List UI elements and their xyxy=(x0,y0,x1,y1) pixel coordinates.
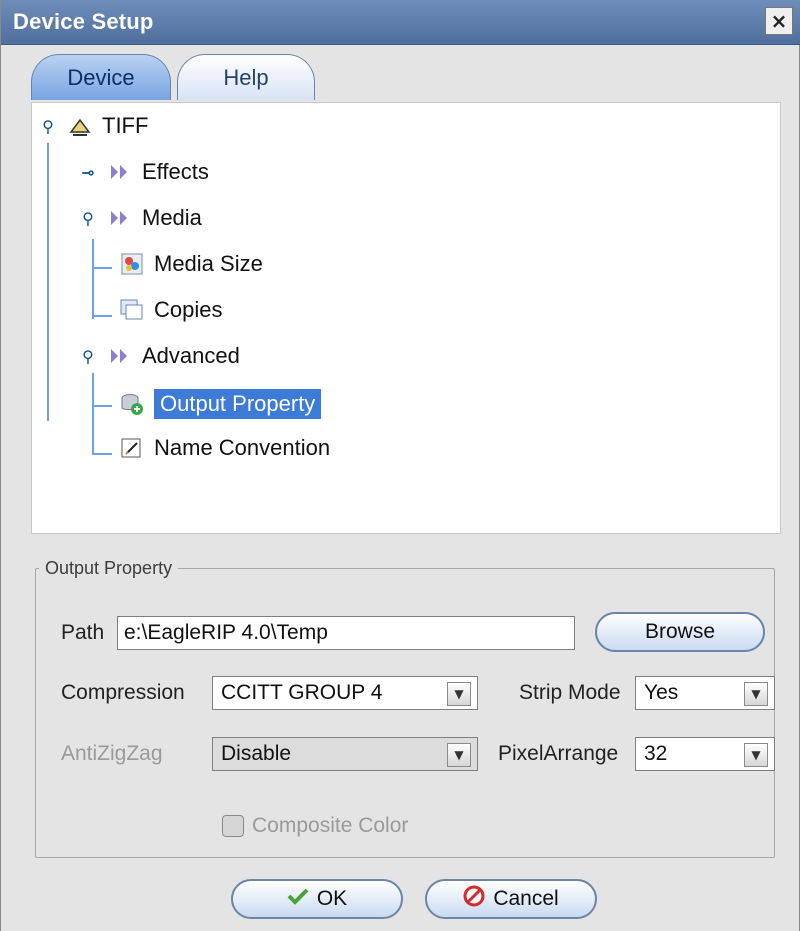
device-tree: ⚲ TIFF ⊸ Effects ⚲ Media Media Size Copi… xyxy=(31,102,781,534)
browse-button[interactable]: Browse xyxy=(595,612,765,652)
tree-line xyxy=(92,405,112,407)
chevron-down-icon[interactable]: ▼ xyxy=(447,682,471,706)
tree-item-copies[interactable]: Copies xyxy=(120,297,222,323)
checkbox-box[interactable] xyxy=(222,815,244,837)
tree-item-label: Media Size xyxy=(154,251,263,276)
tree-item-output-property[interactable]: Output Property xyxy=(120,389,322,419)
tree-item-tiff[interactable]: ⚲ TIFF xyxy=(38,113,148,139)
path-input[interactable]: e:\EagleRIP 4.0\Temp xyxy=(117,616,575,650)
collapse-handle-icon[interactable]: ⚲ xyxy=(38,116,58,136)
pixelarrange-label: PixelArrange xyxy=(498,742,619,765)
tree-item-media[interactable]: ⚲ Media xyxy=(78,205,202,231)
title-bar: Device Setup × xyxy=(1,0,800,45)
strip-mode-label: Strip Mode xyxy=(519,681,621,704)
double-arrow-icon xyxy=(108,160,132,184)
tree-item-label: Copies xyxy=(154,297,223,322)
tree-line xyxy=(92,373,94,455)
compression-label: Compression xyxy=(61,681,185,704)
window-title: Device Setup xyxy=(13,9,154,34)
chevron-down-icon[interactable]: ▼ xyxy=(744,743,768,767)
tree-item-label: Media xyxy=(142,205,202,230)
chevron-down-icon[interactable]: ▼ xyxy=(447,743,471,767)
antizigzag-value: Disable xyxy=(221,742,292,765)
browse-button-label: Browse xyxy=(644,620,716,643)
double-arrow-icon xyxy=(108,206,132,230)
tree-item-label: Effects xyxy=(142,159,209,184)
name-convention-icon xyxy=(120,436,144,460)
antizigzag-select[interactable]: Disable ▼ xyxy=(212,737,478,771)
double-arrow-icon xyxy=(108,344,132,368)
tab-device-label: Device xyxy=(67,64,135,90)
collapse-handle-icon[interactable]: ⚲ xyxy=(78,208,98,228)
ok-button-label: OK xyxy=(316,887,348,910)
expand-handle-icon[interactable]: ⊸ xyxy=(78,162,98,182)
composite-color-checkbox[interactable]: Composite Color xyxy=(222,814,408,838)
chevron-down-icon[interactable]: ▼ xyxy=(744,682,768,706)
copies-icon xyxy=(120,298,144,322)
tree-item-name-convention[interactable]: Name Convention xyxy=(120,435,330,461)
tree-item-label: Output Property xyxy=(154,389,322,419)
cancel-button-label: Cancel xyxy=(493,887,559,910)
cancel-button[interactable]: Cancel xyxy=(425,879,597,919)
tree-line xyxy=(92,453,112,455)
tab-bar: Device Help xyxy=(1,48,800,104)
tree-line xyxy=(92,267,112,269)
tree-item-advanced[interactable]: ⚲ Advanced xyxy=(78,343,240,369)
tab-help-label: Help xyxy=(223,64,269,90)
tree-item-label: TIFF xyxy=(102,113,149,138)
pixelarrange-value: 32 xyxy=(644,742,668,765)
group-title: Output Property xyxy=(39,558,179,579)
composite-color-label: Composite Color xyxy=(252,814,409,837)
tree-item-media-size[interactable]: Media Size xyxy=(120,251,263,277)
tab-device[interactable]: Device xyxy=(31,54,171,100)
tree-line xyxy=(92,239,94,319)
output-property-icon xyxy=(120,392,144,416)
antizigzag-label: AntiZigZag xyxy=(61,742,163,765)
collapse-handle-icon[interactable]: ⚲ xyxy=(78,346,98,366)
tree-line xyxy=(92,315,112,317)
strip-mode-value: Yes xyxy=(644,681,679,704)
tree-item-label: Advanced xyxy=(142,343,240,368)
compression-value: CCITT GROUP 4 xyxy=(221,681,383,704)
tree-item-label: Name Convention xyxy=(154,435,331,460)
pixelarrange-select[interactable]: 32 ▼ xyxy=(635,737,775,771)
tree-item-effects[interactable]: ⊸ Effects xyxy=(78,159,209,185)
media-size-icon xyxy=(120,252,144,276)
cancel-icon xyxy=(463,885,485,913)
ok-button[interactable]: OK xyxy=(231,879,403,919)
close-button[interactable]: × xyxy=(765,7,793,35)
tiff-printer-icon xyxy=(68,114,92,138)
compression-select[interactable]: CCITT GROUP 4 ▼ xyxy=(212,676,478,710)
device-setup-window: Device Setup × Device Help ⚲ TIFF ⊸ Effe… xyxy=(0,0,800,931)
strip-mode-select[interactable]: Yes ▼ xyxy=(635,676,775,710)
tree-line xyxy=(47,143,49,421)
close-icon: × xyxy=(770,9,788,33)
checkmark-icon xyxy=(287,887,309,911)
tab-help[interactable]: Help xyxy=(177,54,315,100)
path-label: Path xyxy=(61,621,105,644)
